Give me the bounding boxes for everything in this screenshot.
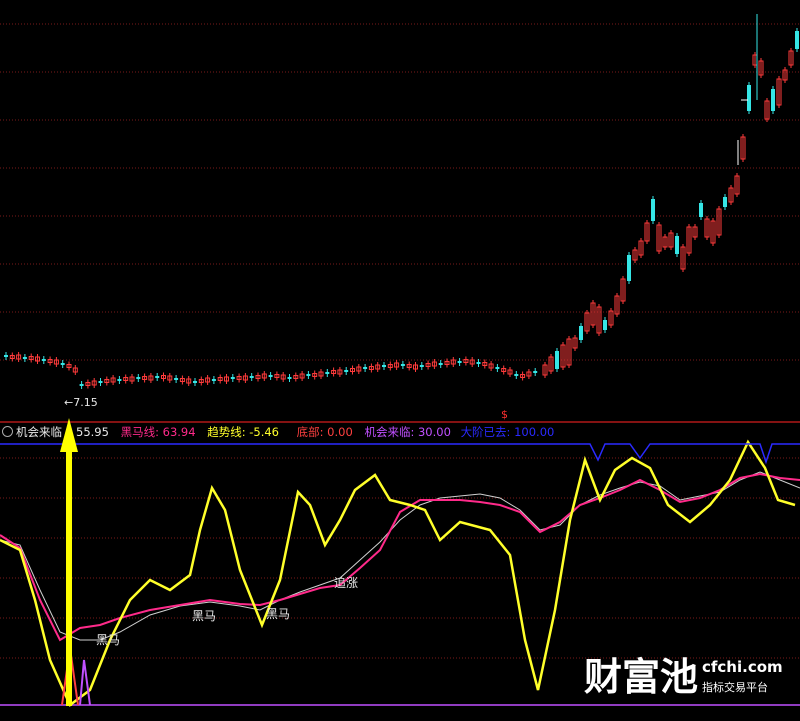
candle-body — [400, 364, 405, 366]
candle-body — [382, 365, 386, 367]
candle-body — [514, 374, 519, 376]
candle-body — [22, 357, 27, 359]
candle-body — [41, 359, 46, 361]
annotation-label: 黑马 — [96, 633, 120, 647]
circle-toggle-icon[interactable] — [2, 426, 13, 437]
chart-stage: ←7.15 $ 黑马黑马 黑马追涨 — [0, 0, 800, 721]
candle-body — [795, 31, 799, 49]
candle-body — [579, 326, 583, 340]
heima-line-value: 黑马线: 63.94 — [120, 425, 196, 439]
indicator-name: 机会来临 — [16, 425, 62, 439]
candle-body — [363, 367, 368, 369]
candle-body — [268, 375, 273, 377]
bottom-value: 底部: 0.00 — [296, 425, 353, 439]
candle-body — [249, 376, 254, 378]
candle-body — [771, 89, 775, 111]
bigup-value: 大阶已去: 100.00 — [460, 425, 555, 439]
candle-body — [533, 371, 538, 373]
candle-body — [211, 379, 216, 381]
indicator-legend: 机会来临 55.95 黑马线: 63.94 趋势线: -5.46 底部: 0.00… — [0, 424, 800, 440]
candle-body — [193, 381, 197, 383]
candle-body — [476, 362, 481, 364]
candle-body — [155, 376, 160, 378]
watermark-brand: 财富池 — [584, 655, 699, 699]
candle-body — [699, 203, 703, 217]
candle-body — [651, 199, 655, 221]
candle-body — [79, 384, 84, 386]
candle-body — [117, 379, 122, 381]
annotation-label: 黑马 — [192, 609, 216, 623]
watermark-domain: cfchi.com — [702, 658, 783, 676]
candle-body — [438, 363, 443, 365]
candle-body — [627, 255, 631, 281]
candle-body — [174, 378, 179, 380]
candle-body — [555, 351, 559, 369]
candle-body — [419, 365, 424, 367]
candle-body — [325, 372, 330, 374]
candle-body — [747, 85, 751, 111]
indicator-value-first: 55.95 — [76, 425, 109, 439]
candle-body — [230, 377, 235, 379]
trend-line-value: 趋势线: -5.46 — [207, 425, 279, 439]
candle-body — [344, 370, 349, 372]
candle-body — [60, 363, 65, 365]
candle-body — [136, 377, 141, 379]
candle-body — [723, 197, 727, 207]
candle-body — [4, 355, 8, 357]
candle-body — [306, 374, 311, 376]
candle-body — [675, 236, 679, 254]
candle-body — [457, 361, 462, 363]
candle-body — [603, 320, 607, 330]
candle-body — [287, 377, 292, 379]
chance-value: 机会来临: 30.00 — [364, 425, 451, 439]
watermark-tagline: 指标交易平台 — [702, 681, 768, 694]
brand-watermark: 财富池 cfchi.com 指标交易平台 — [584, 654, 794, 704]
low-price-marker: ←7.15 — [64, 396, 98, 409]
annotation-label: 黑马 — [266, 607, 290, 621]
top-price-marker: $ — [501, 408, 508, 421]
candle-body — [98, 381, 103, 383]
annotation-label: 追涨 — [334, 575, 358, 590]
candle-body — [495, 367, 500, 369]
